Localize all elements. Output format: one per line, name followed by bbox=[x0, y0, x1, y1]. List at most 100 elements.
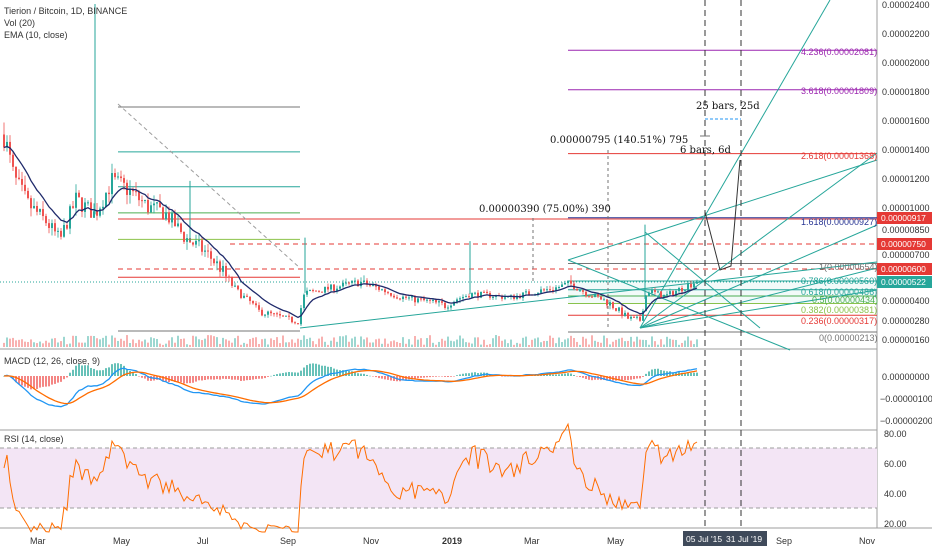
candle-body bbox=[378, 286, 380, 290]
x-range-start: 05 Jul '15 bbox=[686, 534, 722, 544]
macd-hist-bar bbox=[654, 368, 656, 376]
candle-body bbox=[471, 293, 473, 298]
volume-bar bbox=[249, 339, 251, 347]
volume-bar bbox=[684, 340, 686, 347]
macd-hist-bar bbox=[387, 376, 389, 380]
price-tag-label: 0.00000600 bbox=[881, 264, 926, 274]
volume-bar bbox=[660, 339, 662, 347]
candle-body bbox=[285, 315, 287, 317]
macd-hist-bar bbox=[87, 365, 89, 376]
candle-body bbox=[342, 282, 344, 287]
candle-body bbox=[483, 291, 485, 293]
rsi-title: RSI (14, close) bbox=[4, 434, 64, 444]
candle-body bbox=[636, 316, 638, 318]
candle-body bbox=[549, 289, 551, 291]
volume-bar bbox=[453, 341, 455, 347]
volume-bar bbox=[276, 337, 278, 347]
macd-hist-bar bbox=[552, 374, 554, 376]
volume-bar bbox=[285, 342, 287, 347]
candle-body bbox=[492, 296, 494, 298]
fib-label: 0.786(0.00000560) bbox=[801, 276, 877, 286]
candle-body bbox=[279, 314, 281, 316]
volume-bar bbox=[237, 335, 239, 347]
volume-bar bbox=[207, 335, 209, 347]
candle-body bbox=[312, 290, 314, 292]
macd-hist-bar bbox=[102, 370, 104, 376]
macd-hist-bar bbox=[576, 376, 578, 377]
candle-body bbox=[339, 286, 341, 289]
volume-bar bbox=[444, 340, 446, 347]
y-tick-label: 0.00002000 bbox=[882, 58, 930, 68]
candle-body bbox=[15, 166, 17, 178]
volume-bar bbox=[366, 337, 368, 347]
volume-bar bbox=[6, 337, 8, 347]
candle-body bbox=[420, 298, 422, 300]
candle-body bbox=[423, 298, 425, 301]
candle-body bbox=[261, 309, 263, 316]
macd-hist-bar bbox=[294, 372, 296, 376]
macd-hist-bar bbox=[288, 372, 290, 376]
candle-body bbox=[57, 230, 59, 232]
candle-body bbox=[234, 285, 236, 287]
candle-body bbox=[648, 292, 650, 297]
y-tick-label: 0.00001000 bbox=[882, 203, 930, 213]
volume-bar bbox=[180, 338, 182, 347]
macd-hist-bar bbox=[258, 376, 260, 379]
candle-body bbox=[543, 289, 545, 291]
volume-bar bbox=[447, 336, 449, 347]
macd-hist-bar bbox=[249, 376, 251, 380]
candle-body bbox=[621, 307, 623, 317]
volume-bar bbox=[51, 338, 53, 347]
candle-body bbox=[681, 288, 683, 292]
volume-bar bbox=[525, 336, 527, 347]
volume-bar bbox=[435, 344, 437, 347]
macd-hist-bar bbox=[582, 376, 584, 378]
x-tick-label: Nov bbox=[363, 536, 380, 546]
candle-body bbox=[39, 209, 41, 212]
macd-hist-bar bbox=[45, 376, 47, 387]
volume-bar bbox=[438, 341, 440, 347]
volume-bar bbox=[579, 344, 581, 347]
candle-body bbox=[696, 282, 698, 284]
volume-bar bbox=[141, 341, 143, 347]
volume-bar bbox=[378, 338, 380, 347]
candle-body bbox=[588, 295, 590, 297]
macd-hist-bar bbox=[219, 376, 221, 380]
candle-body bbox=[354, 280, 356, 282]
candle-body bbox=[243, 295, 245, 298]
volume-bar bbox=[507, 343, 509, 347]
candle-body bbox=[330, 284, 332, 290]
candle-body bbox=[567, 280, 569, 284]
candle-body bbox=[405, 296, 407, 298]
candle-body bbox=[333, 284, 335, 291]
candle-body bbox=[558, 286, 560, 288]
macd-hist-bar bbox=[261, 376, 263, 379]
volume-bar bbox=[564, 339, 566, 347]
volume-bar bbox=[588, 344, 590, 347]
candle-body bbox=[264, 314, 266, 316]
candle-body bbox=[429, 299, 431, 301]
candle-body bbox=[438, 301, 440, 303]
candle-body bbox=[693, 283, 695, 288]
volume-bar bbox=[606, 338, 608, 347]
macd-hist-bar bbox=[66, 376, 68, 378]
candle-body bbox=[66, 224, 68, 229]
candle-body bbox=[666, 294, 668, 296]
macd-hist-bar bbox=[693, 372, 695, 376]
candle-body bbox=[528, 291, 530, 295]
candle-body bbox=[627, 312, 629, 319]
candle-body bbox=[273, 313, 275, 315]
volume-bar bbox=[216, 337, 218, 347]
volume-bar bbox=[357, 344, 359, 347]
macd-hist-bar bbox=[564, 373, 566, 376]
volume-bar bbox=[42, 343, 44, 347]
volume-bar bbox=[465, 342, 467, 347]
volume-bar bbox=[204, 338, 206, 347]
volume-bar bbox=[255, 337, 257, 347]
volume-bar bbox=[15, 340, 17, 347]
macd-hist-bar bbox=[189, 376, 191, 384]
bars-range-label: 25 bars, 25d bbox=[696, 101, 760, 112]
volume-bar bbox=[84, 342, 86, 347]
volume-bar bbox=[420, 338, 422, 347]
macd-hist-bar bbox=[108, 367, 110, 376]
